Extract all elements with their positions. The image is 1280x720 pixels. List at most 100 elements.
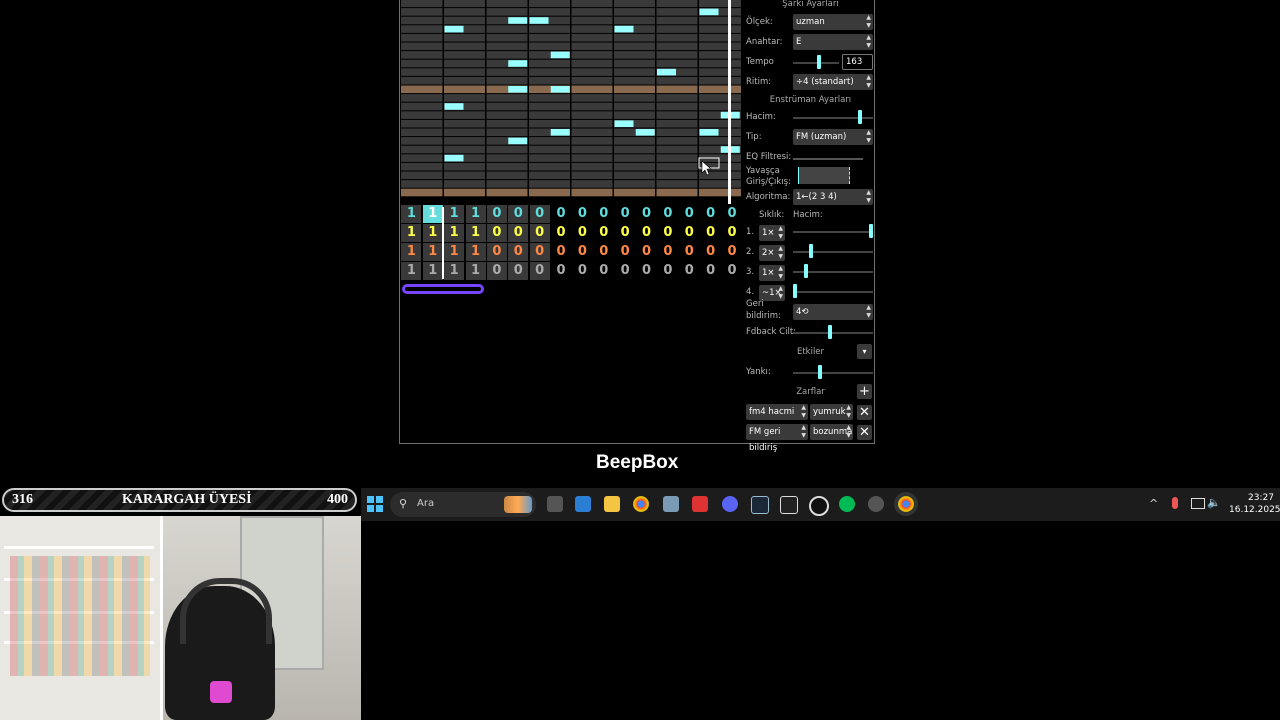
note[interactable] (508, 60, 528, 67)
chrome-icon[interactable] (633, 496, 649, 512)
sequencer-cell[interactable]: 0 (551, 205, 571, 223)
sequencer-cell[interactable]: 0 (529, 262, 550, 280)
operator-volume-slider[interactable] (793, 251, 873, 253)
algorithm-select[interactable]: 1←(2 3 4) ▲ ▼ (793, 189, 873, 205)
tempo-slider[interactable] (793, 62, 839, 64)
microsoft-store-icon[interactable] (575, 496, 591, 512)
sequencer-cell[interactable]: 0 (658, 262, 678, 280)
sequencer-cell[interactable]: 0 (594, 243, 614, 261)
feedback-select[interactable]: 4⟲ ▲ ▼ (793, 304, 873, 320)
note[interactable] (614, 25, 634, 33)
sequencer-cell[interactable]: 1 (465, 224, 486, 242)
sequencer-cell[interactable]: 0 (637, 224, 657, 242)
sequencer-cell[interactable]: 0 (615, 262, 635, 280)
sequencer-cell[interactable]: 0 (701, 224, 721, 242)
game-controller-icon[interactable] (868, 496, 884, 512)
sequencer-cell[interactable]: 0 (508, 205, 529, 223)
clock-time[interactable]: 23:27 (1248, 493, 1274, 503)
sequencer-cell[interactable]: 0 (572, 243, 592, 261)
sequencer-cell[interactable]: 1 (444, 262, 465, 280)
note[interactable] (699, 8, 719, 16)
file-explorer-icon[interactable] (604, 496, 620, 512)
note[interactable] (550, 129, 570, 136)
operator-volume-slider[interactable] (793, 291, 873, 293)
note[interactable] (508, 17, 528, 24)
note[interactable] (614, 120, 634, 127)
sequencer-cell[interactable]: 0 (594, 205, 614, 223)
sequencer-cell[interactable]: 0 (529, 205, 550, 223)
sequencer-cell[interactable]: 0 (701, 243, 721, 261)
add-envelope-button[interactable]: + (857, 384, 872, 399)
remove-envelope-button[interactable]: ✕ (857, 425, 872, 440)
sequencer-cell[interactable]: 0 (658, 243, 678, 261)
sequencer-cell[interactable]: 0 (722, 224, 742, 242)
sequencer-cell[interactable]: 0 (615, 243, 635, 261)
note[interactable] (444, 25, 464, 33)
sequencer-cell[interactable]: 1 (444, 224, 465, 242)
fade-in-out-control[interactable] (798, 167, 850, 184)
tempo-slider-knob[interactable] (817, 55, 821, 69)
sequencer-cell[interactable]: 0 (679, 262, 699, 280)
taskbar-search[interactable]: ⚲ Ara (390, 492, 536, 517)
envelope-type-select[interactable]: bozunma ▲ ▼ (810, 424, 853, 440)
operator-frequency-select[interactable]: 1× ▲ ▼ (759, 225, 785, 241)
sequencer-cell[interactable]: 1 (422, 205, 443, 223)
task-view-icon[interactable] (547, 496, 563, 512)
sequencer-cell[interactable]: 0 (486, 262, 507, 280)
eq-filter-preview[interactable] (793, 158, 863, 160)
sequencer-cell[interactable]: 1 (422, 262, 443, 280)
sequencer-cell[interactable]: 0 (551, 243, 571, 261)
note[interactable] (699, 129, 719, 136)
sequencer-cell[interactable]: 0 (679, 224, 699, 242)
volume-icon[interactable]: 🔈 (1207, 496, 1221, 509)
tray-chevron-icon[interactable]: ^ (1149, 497, 1158, 510)
app-cube-icon[interactable] (663, 496, 679, 512)
sequencer-cell[interactable]: 0 (658, 205, 678, 223)
sequencer-cell[interactable]: 0 (529, 243, 550, 261)
operator-frequency-select[interactable]: 2× ▲ ▼ (759, 245, 785, 261)
sequencer-cell[interactable]: 0 (722, 205, 742, 223)
sequencer-cell[interactable]: 0 (637, 243, 657, 261)
sequencer-cell[interactable]: 1 (422, 243, 443, 261)
scale-select[interactable]: uzman ▲ ▼ (793, 14, 873, 30)
note[interactable] (657, 68, 676, 76)
chatgpt-icon[interactable] (809, 496, 829, 516)
sequencer-cell[interactable]: 1 (444, 205, 465, 223)
pattern-editor[interactable] (401, 0, 741, 204)
operator-volume-slider[interactable] (793, 231, 873, 233)
note[interactable] (529, 17, 549, 24)
sequencer-cell[interactable]: 0 (594, 224, 614, 242)
sequencer-cell[interactable]: 0 (615, 205, 635, 223)
tempo-input[interactable]: 163 (842, 54, 873, 70)
sequencer-cell[interactable]: 0 (637, 205, 657, 223)
envelope-target-select[interactable]: FM geri bildiriş ▲ ▼ (746, 424, 808, 453)
feedback-volume-slider[interactable] (793, 332, 873, 334)
epic-games-icon[interactable] (780, 496, 798, 514)
sequencer-cell[interactable]: 1 (401, 205, 422, 223)
red-app-icon[interactable] (692, 496, 708, 512)
effects-dropdown-button[interactable]: ▾ (857, 344, 872, 359)
sequencer-cell[interactable]: 0 (722, 262, 742, 280)
sequencer-cell[interactable]: 0 (486, 205, 507, 223)
sequencer-cell[interactable]: 0 (508, 262, 529, 280)
microphone-icon[interactable] (1172, 497, 1178, 509)
key-select[interactable]: E ▲ ▼ (793, 34, 873, 50)
note[interactable] (550, 86, 570, 93)
network-icon[interactable] (1191, 498, 1205, 509)
sequencer-cell[interactable]: 1 (422, 224, 443, 242)
operator-volume-knob[interactable] (793, 284, 797, 298)
feedback-volume-knob[interactable] (828, 325, 832, 339)
steam-icon[interactable] (751, 496, 769, 514)
track-sequencer[interactable]: 1111000000000000111100000000000011110000… (400, 205, 742, 281)
loop-range-bar[interactable] (402, 284, 484, 294)
note[interactable] (550, 51, 570, 59)
sequencer-cell[interactable]: 1 (465, 205, 486, 223)
volume-slider-knob[interactable] (858, 110, 862, 124)
sequencer-cell[interactable]: 1 (401, 262, 422, 280)
edge-icon[interactable] (839, 496, 855, 512)
sequencer-cell[interactable]: 0 (486, 243, 507, 261)
sequencer-cell[interactable]: 0 (529, 224, 550, 242)
sequencer-cell[interactable]: 0 (551, 224, 571, 242)
note[interactable] (635, 129, 655, 136)
sequencer-cell[interactable]: 0 (615, 224, 635, 242)
